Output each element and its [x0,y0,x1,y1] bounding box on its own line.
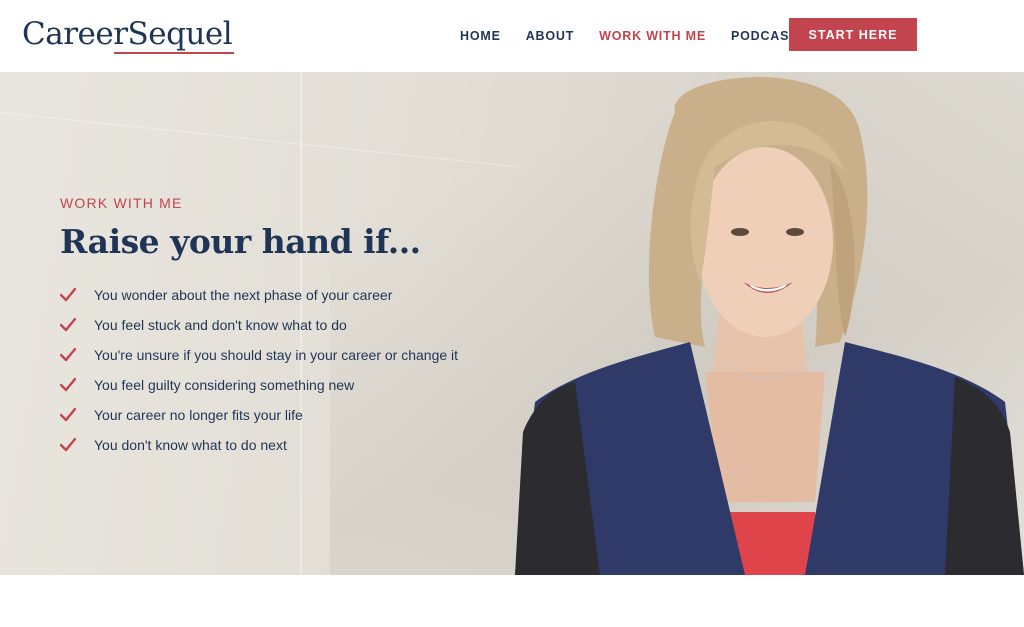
sleeve-right [945,377,1024,575]
checklist-item: Your career no longer fits your life [60,400,458,430]
section-eyebrow: WORK WITH ME [60,195,183,211]
checklist-item: You wonder about the next phase of your … [60,280,458,310]
checklist-item-label: You wonder about the next phase of your … [94,287,393,303]
checklist-item-label: Your career no longer fits your life [94,407,303,423]
checkmark-icon [60,285,94,305]
main-nav: HOME ABOUT WORK WITH ME PODCAST [460,0,823,72]
start-here-button[interactable]: START HERE [789,18,917,51]
eye-left [731,228,749,236]
checklist-item-label: You feel guilty considering something ne… [94,377,355,393]
checkmark-icon [60,345,94,365]
checklist-item-label: You feel stuck and don't know what to do [94,317,347,333]
checklist-item-label: You don't know what to do next [94,437,287,453]
logo[interactable]: CareerSequel [22,14,234,58]
hero-section: WORK WITH ME Raise your hand if... You w… [0,72,1024,575]
portrait-photo [515,77,1024,575]
checklist-item: You feel guilty considering something ne… [60,370,458,400]
nav-podcast[interactable]: PODCAST [731,29,798,43]
nav-work-with-me[interactable]: WORK WITH ME [599,29,706,43]
checkmark-icon [60,435,94,455]
checklist-item-label: You're unsure if you should stay in your… [94,347,459,363]
hero-headline: Raise your hand if... [60,222,421,261]
face [697,147,833,337]
nav-home[interactable]: HOME [460,29,501,43]
checklist-item: You feel stuck and don't know what to do [60,310,458,340]
eye-right [786,228,804,236]
checklist-item: You don't know what to do next [60,430,458,460]
checklist-item: You're unsure if you should stay in your… [60,340,458,370]
logo-text: CareerSequel [22,16,233,52]
checkmark-icon [60,315,94,335]
checkmark-icon [60,405,94,425]
nav-about[interactable]: ABOUT [526,29,574,43]
site-header: CareerSequel HOME ABOUT WORK WITH ME POD… [0,0,1024,72]
checkmark-icon [60,375,94,395]
logo-underline [114,52,234,54]
checklist: You wonder about the next phase of your … [60,280,458,460]
